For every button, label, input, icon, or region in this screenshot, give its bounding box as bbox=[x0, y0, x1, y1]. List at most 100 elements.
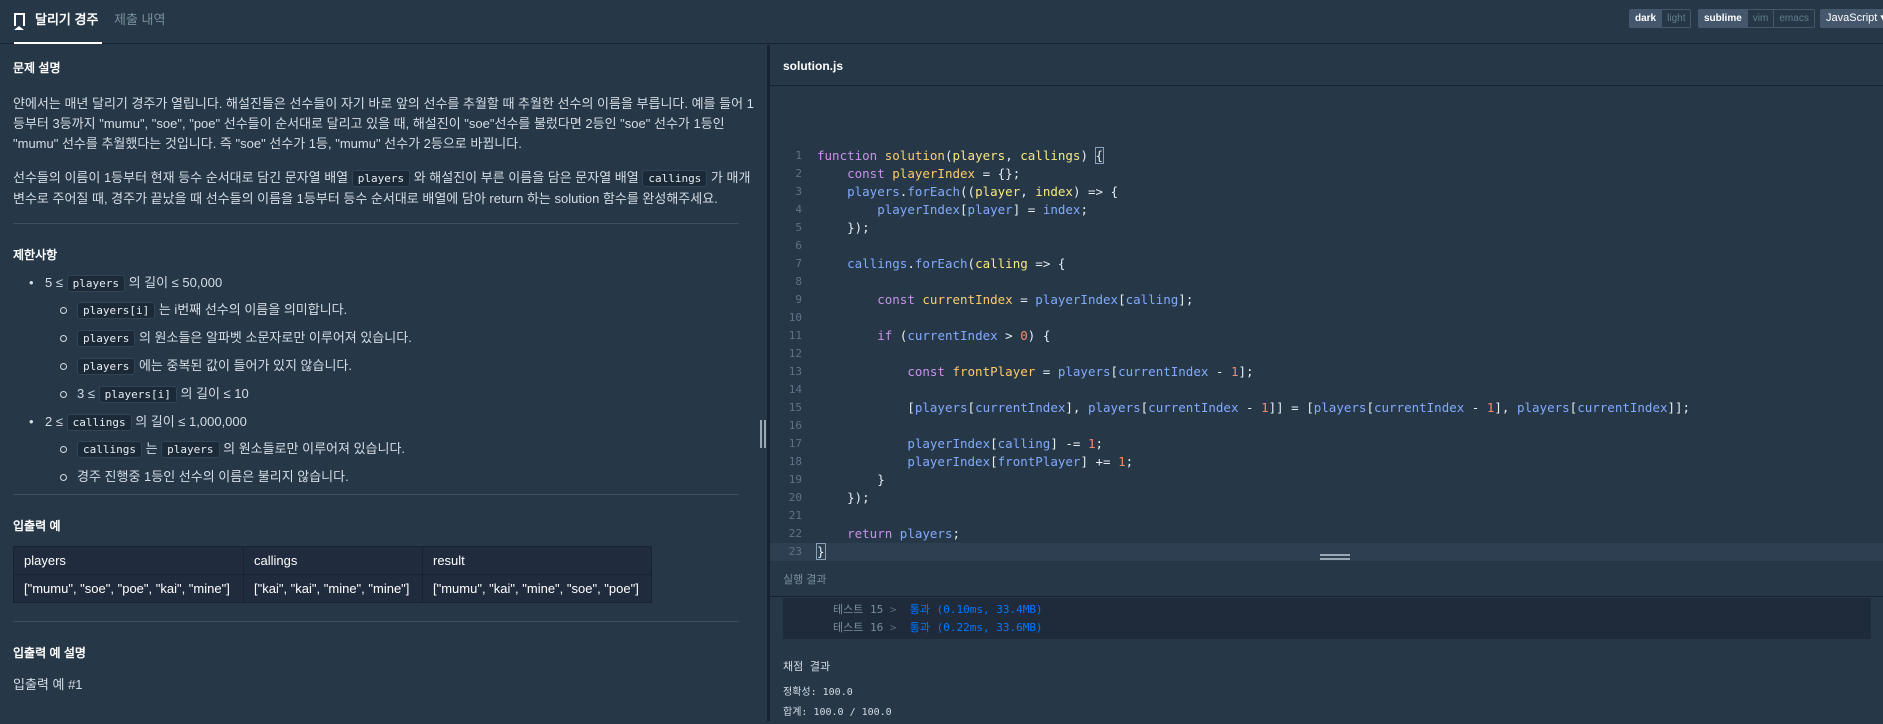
c1-1-code: players[i] bbox=[77, 302, 156, 319]
theme-dark-button[interactable]: dark bbox=[1630, 10, 1662, 27]
table-header-row: players callings result bbox=[13, 546, 652, 575]
io-explain-title: 입출력 예 설명 bbox=[13, 646, 86, 660]
line-number: 1 bbox=[795, 149, 802, 162]
line-number: 4 bbox=[795, 203, 802, 216]
constraint-subitem: 경주 진행중 1등인 선수의 이름은 불리지 않습니다. bbox=[45, 467, 754, 487]
line-number: 11 bbox=[788, 329, 802, 342]
c1-4-a: 3 ≤ bbox=[77, 386, 99, 401]
code-line: 20 }); bbox=[770, 489, 1883, 507]
keymap-emacs-button[interactable]: emacs bbox=[1773, 10, 1813, 27]
table-header-cell: result bbox=[422, 546, 652, 575]
list-item: 테스트 16 > 통과 (0.22ms, 33.6MB) bbox=[833, 621, 1043, 634]
code-line: 14 bbox=[770, 381, 1883, 399]
description-paragraph-1: 얀에서는 매년 달리기 경주가 열립니다. 해설진들은 선수들이 자기 바로 앞… bbox=[13, 96, 754, 151]
c2-2-text: 경주 진행중 1등인 선수의 이름은 불리지 않습니다. bbox=[77, 469, 349, 484]
code-line: 13 const frontPlayer = players[currentIn… bbox=[770, 363, 1883, 381]
code-line: 19 } bbox=[770, 471, 1883, 489]
code-line: 5 }); bbox=[770, 219, 1883, 237]
constraint-item: 5 ≤ players 의 길이 ≤ 50,000 players[i] 는 i… bbox=[13, 273, 754, 405]
code-line: 8 bbox=[770, 273, 1883, 291]
code-line: 3 players.forEach((player, index) => { bbox=[770, 183, 1883, 201]
editor-header: solution.js bbox=[770, 45, 1883, 86]
io-example-1-label: 입출력 예 #1 bbox=[13, 677, 83, 692]
keymap-vim-button[interactable]: vim bbox=[1746, 10, 1774, 27]
language-select[interactable]: JavaScript ▾ bbox=[1820, 9, 1883, 28]
line-number: 10 bbox=[788, 311, 802, 324]
line-number: 3 bbox=[795, 185, 802, 198]
code-line: 1 function solution(players, callings) { bbox=[770, 147, 1883, 165]
results-panel: 테스트 15 > 통과 (0.10ms, 33.4MB) 테스트 16 > 통과… bbox=[770, 598, 1883, 724]
grade-title: 채점 결과 bbox=[783, 660, 831, 673]
line-number: 8 bbox=[795, 275, 802, 288]
table-header-cell: players bbox=[13, 546, 244, 575]
splitter-grip-icon[interactable] bbox=[760, 420, 768, 448]
test-name: 테스트 15 bbox=[833, 603, 884, 616]
divider bbox=[13, 621, 739, 622]
tab-history-label: 제출 내역 bbox=[114, 12, 166, 27]
tab-problem[interactable]: 달리기 경주 bbox=[14, 0, 103, 44]
line-number: 20 bbox=[788, 491, 802, 504]
table-cell: ["mumu", "soe", "poe", "kai", "mine"] bbox=[13, 574, 244, 603]
c2-1-code2: players bbox=[161, 441, 220, 458]
keymap-toggle: sublime vim emacs bbox=[1698, 9, 1815, 28]
file-name: solution.js bbox=[783, 59, 843, 73]
line-number: 17 bbox=[788, 437, 802, 450]
code-line: 11 if (currentIndex > 0) { bbox=[770, 327, 1883, 345]
c2-1-text: 의 원소들로만 이루어져 있습니다. bbox=[219, 441, 406, 456]
line-number: 5 bbox=[795, 221, 802, 234]
code-line: 21 bbox=[770, 507, 1883, 525]
language-label: JavaScript bbox=[1826, 12, 1878, 24]
constraint-subitem: players[i] 는 i번째 선수의 이름을 의미합니다. bbox=[45, 300, 754, 321]
result-header bbox=[770, 557, 1883, 597]
divider bbox=[13, 223, 739, 224]
line-number: 21 bbox=[788, 509, 802, 522]
line-number: 12 bbox=[788, 347, 802, 360]
c1-code: players bbox=[66, 275, 125, 292]
code-line: 15 [players[currentIndex], players[curre… bbox=[770, 399, 1883, 417]
code-line: 18 playerIndex[frontPlayer] += 1; bbox=[770, 453, 1883, 471]
io-example-table: players callings result ["mumu", "soe", … bbox=[13, 546, 652, 603]
divider bbox=[13, 494, 739, 495]
line-number: 14 bbox=[788, 383, 802, 396]
c1-2-text: 의 원소들은 알파벳 소문자로만 이루어져 있습니다. bbox=[135, 330, 412, 345]
line-number: 7 bbox=[795, 257, 802, 270]
code-editor[interactable]: 1 function solution(players, callings) { … bbox=[770, 87, 1883, 595]
test-results-box: 테스트 15 > 통과 (0.10ms, 33.4MB) 테스트 16 > 통과… bbox=[783, 598, 1871, 639]
c2-b: 의 길이 ≤ 1,000,000 bbox=[131, 414, 247, 429]
constraint-subitem: 3 ≤ players[i] 의 길이 ≤ 10 bbox=[45, 384, 754, 405]
constraint-subitem: players 의 원소들은 알파벳 소문자로만 이루어져 있습니다. bbox=[45, 328, 754, 349]
problem-panel: 문제 설명 얀에서는 매년 달리기 경주가 열립니다. 해설진들은 선수들이 자… bbox=[0, 45, 767, 721]
c1-3-code: players bbox=[77, 358, 136, 375]
table-cell: ["mumu", "kai", "mine", "soe", "poe"] bbox=[422, 574, 652, 603]
constraints-title: 제한사항 bbox=[13, 248, 58, 262]
grade-total: 합계: 100.0 / 100.0 bbox=[783, 707, 892, 718]
bookmark-icon[interactable] bbox=[14, 13, 25, 26]
code-line: 10 bbox=[770, 309, 1883, 327]
theme-toggle: dark light bbox=[1629, 9, 1692, 28]
line-number: 15 bbox=[788, 401, 802, 414]
list-item: 테스트 15 > 통과 (0.10ms, 33.4MB) bbox=[833, 603, 1043, 616]
description-title: 문제 설명 bbox=[13, 61, 61, 75]
theme-light-button[interactable]: light bbox=[1661, 10, 1690, 27]
grade-accuracy: 정확성: 100.0 bbox=[783, 687, 853, 698]
c1-4-code: players[i] bbox=[98, 386, 177, 403]
constraint-sublist: players[i] 는 i번째 선수의 이름을 의미합니다. players … bbox=[45, 300, 754, 405]
test-status: 통과 (0.22ms, 33.6MB) bbox=[909, 621, 1043, 634]
tab-problem-label: 달리기 경주 bbox=[35, 12, 99, 27]
code-line: 7 callings.forEach(calling => { bbox=[770, 255, 1883, 273]
code-callings: callings bbox=[642, 170, 708, 187]
test-status: 통과 (0.10ms, 33.4MB) bbox=[909, 603, 1043, 616]
code-line: 2 const playerIndex = {}; bbox=[770, 165, 1883, 183]
code-line: 12 bbox=[770, 345, 1883, 363]
c1-2-code: players bbox=[77, 330, 136, 347]
constraint-sublist: callings 는 players 의 원소들로만 이루어져 있습니다. 경주… bbox=[45, 439, 754, 487]
constraint-subitem: players 에는 중복된 값이 들어가 있지 않습니다. bbox=[45, 356, 754, 377]
keymap-sublime-button[interactable]: sublime bbox=[1699, 10, 1747, 27]
table-cell: ["kai", "kai", "mine", "mine"] bbox=[243, 574, 423, 603]
c1-4-b: 의 길이 ≤ 10 bbox=[176, 386, 249, 401]
tab-submission-history[interactable]: 제출 내역 bbox=[114, 0, 165, 44]
line-number: 19 bbox=[788, 473, 802, 486]
line-number: 22 bbox=[788, 527, 802, 540]
c2-code: callings bbox=[66, 414, 132, 431]
c2-1-mid: 는 bbox=[141, 441, 162, 456]
